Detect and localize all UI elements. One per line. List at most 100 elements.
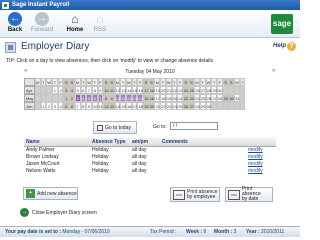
- row-ampm: all day: [132, 147, 147, 153]
- week-label: Week :: [186, 229, 203, 235]
- tax-month: Month : 3: [214, 227, 236, 238]
- month-value: 3: [233, 229, 237, 235]
- forward-button[interactable]: → Forward: [31, 12, 53, 33]
- table-row[interactable]: Brown Lindsay Holiday all day modify: [24, 154, 276, 161]
- calendar-empty-cell: [239, 86, 246, 94]
- row-ampm: all day: [132, 168, 147, 174]
- row-type: Holiday: [92, 161, 109, 167]
- modify-link[interactable]: modify: [248, 154, 276, 161]
- calendar-empty-cell: [239, 94, 246, 102]
- row-type: Holiday: [92, 154, 109, 160]
- back-button[interactable]: ← Back: [4, 12, 26, 33]
- app-icon: [2, 1, 9, 9]
- month-label: Month :: [214, 229, 233, 235]
- home-label: Home: [66, 27, 84, 33]
- tax-period-label: Tax Period :: [150, 229, 177, 235]
- calendar-date-label: Tuesday 04 May 2010: [125, 69, 175, 75]
- home-icon: ⌂: [71, 12, 79, 26]
- pay-date-value: Monday - 07/06/2010: [62, 229, 110, 235]
- row-name: Andy Palmer: [26, 147, 55, 153]
- calendar-month-row: May 1 2 3 4 5 6 7 8 9 10 11 12 13 14 15 16 17 18 19 20 21 22 23…: [24, 94, 246, 102]
- print-icon: CSV: [173, 189, 185, 200]
- page-title: Employer Diary: [21, 41, 90, 52]
- calendar-month-row: Jun 1 2 3 4 5 6 7 8 9 10 11 12 13 14 15 16 17 18 19 20 21 22 23…: [24, 102, 246, 110]
- modify-link[interactable]: modify: [248, 168, 276, 175]
- go-to-today-label: Go to today: [105, 124, 131, 131]
- table-row[interactable]: Andy Palmer Holiday all day modify: [24, 147, 276, 154]
- help-link[interactable]: Help: [273, 43, 286, 49]
- close-diary-label: Close Employer Diary screen: [32, 209, 97, 216]
- pay-date-info: Your pay date is set to : Monday - 07/06…: [5, 227, 110, 238]
- calendar-day-header-row: MTWTFSSMTWTFSSMTWTFSSMTWTFSSMTWTFSSMT: [24, 78, 246, 86]
- status-bar: Your pay date is set to : Monday - 07/06…: [0, 226, 300, 237]
- modify-link[interactable]: modify: [248, 147, 276, 154]
- tax-year: Year : 2010/2011: [246, 227, 284, 238]
- row-type: Holiday: [92, 147, 109, 153]
- go-to-today-button[interactable]: Go to today: [93, 121, 137, 134]
- col-comments-header: Comments: [162, 139, 188, 145]
- sage-logo: sage: [271, 14, 293, 34]
- calendar-month-row: Apr 1 2 3 4 5 6 7 8 9 10 11 12 13 14 15 16 17 18 19 20 21 22 23…: [24, 86, 246, 94]
- rss-label: RSS: [93, 27, 107, 33]
- tip-text: TIP: Click on a day to view absences, th…: [6, 58, 214, 64]
- close-diary-button[interactable]: → Close Employer Diary screen: [20, 208, 97, 217]
- back-label: Back: [7, 27, 23, 33]
- row-comments: [162, 168, 248, 175]
- col-type-header: Absence Type: [92, 139, 126, 145]
- print-by-employee-label: Print absence by employee: [187, 189, 218, 200]
- home-button[interactable]: ⌂ Home: [64, 12, 86, 33]
- calendar-month-label: Apr: [24, 86, 35, 94]
- tax-week: Week : 9: [186, 227, 206, 238]
- help-icon[interactable]: ?: [287, 42, 296, 51]
- row-comments: [162, 147, 248, 154]
- row-name: Jason McCourt: [26, 161, 60, 167]
- row-comments: [162, 154, 248, 161]
- row-name: Nelson Watts: [26, 168, 56, 174]
- goto-date-input[interactable]: / /: [170, 122, 218, 130]
- forward-arrow-icon: →: [35, 12, 49, 26]
- print-by-employee-button[interactable]: CSV Print absence by employee: [170, 187, 220, 202]
- row-name: Brown Lindsay: [26, 154, 59, 160]
- year-value: 2010/2011: [261, 229, 285, 235]
- row-type: Holiday: [92, 168, 109, 174]
- goto-label: Go to:: [153, 124, 167, 130]
- print-by-date-label: Print absence by date: [242, 187, 272, 202]
- print-by-employee-line2: by employee: [187, 193, 216, 200]
- rss-icon: ∩: [95, 12, 105, 26]
- calendar-month-label: May: [24, 94, 35, 102]
- week-value: 9: [203, 229, 207, 235]
- page-header: Employer Diary Help ?: [0, 39, 300, 56]
- add-absence-button[interactable]: + Add new absence: [23, 187, 78, 200]
- absence-table: Name Absence Type am/pm Comments Andy Pa…: [24, 138, 276, 175]
- pay-date-label: Your pay date is set to :: [5, 229, 62, 235]
- calendar-month-label: Jun: [24, 102, 35, 110]
- print-by-date-button[interactable]: CSV Print absence by date: [225, 187, 273, 202]
- forward-label: Forward: [31, 27, 54, 33]
- calendar-grid: M T W T F S S M T W T F S S M T W T F S S M T W T F S S M T W T F S S M T Apr…: [24, 78, 246, 110]
- year-label: Year :: [246, 229, 260, 235]
- add-absence-label: Add new absence: [37, 190, 77, 197]
- table-row[interactable]: Nelson Watts Holiday all day modify: [24, 168, 276, 175]
- col-ampm-header: am/pm: [132, 139, 149, 145]
- add-icon: +: [26, 189, 35, 198]
- table-row[interactable]: Jason McCourt Holiday all day modify: [24, 161, 276, 168]
- calendar-day-header: T: [239, 78, 246, 86]
- col-name-header: Name: [26, 139, 40, 145]
- close-arrow-icon: →: [20, 208, 29, 217]
- back-arrow-icon: ←: [8, 12, 22, 26]
- window-title: Sage Instant Payroll: [12, 2, 70, 8]
- rss-button[interactable]: ∩ RSS: [89, 12, 111, 33]
- diary-icon: [5, 42, 16, 53]
- table-header: Name Absence Type am/pm Comments: [24, 138, 276, 147]
- row-comments: [162, 161, 248, 168]
- row-ampm: all day: [132, 154, 147, 160]
- toolbar: ← Back → Forward ⌂ Home ∩ RSS sage: [0, 10, 300, 38]
- next-month-icon[interactable]: »: [272, 68, 275, 74]
- print-icon: CSV: [228, 189, 240, 200]
- col-action-header: [248, 138, 276, 146]
- title-bar: Sage Instant Payroll: [0, 0, 300, 10]
- calendar-empty-cell: [239, 102, 246, 110]
- row-ampm: all day: [132, 161, 147, 167]
- calendar-icon: [97, 124, 103, 131]
- modify-link[interactable]: modify: [248, 161, 276, 168]
